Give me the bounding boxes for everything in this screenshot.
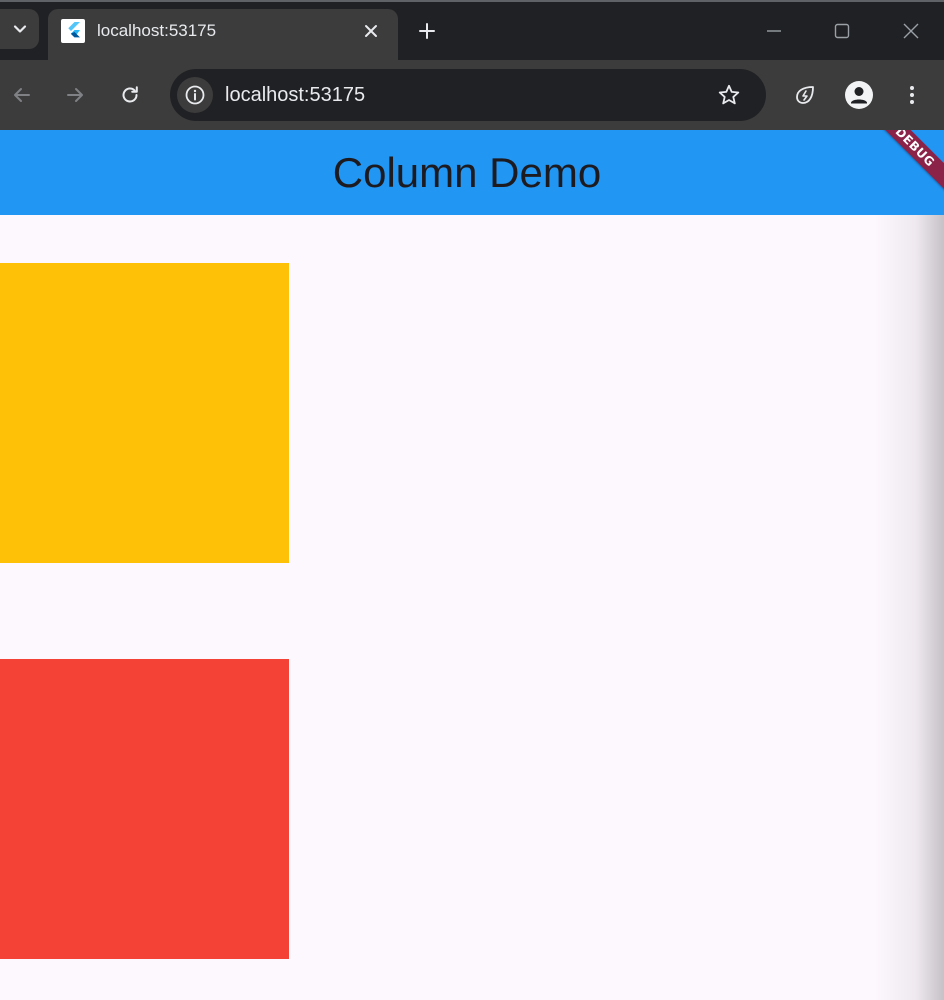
forward-button[interactable] bbox=[57, 77, 93, 113]
star-icon bbox=[718, 84, 740, 105]
extension-button[interactable] bbox=[787, 77, 823, 113]
info-icon bbox=[185, 85, 205, 105]
tab-search-button[interactable] bbox=[0, 9, 39, 49]
more-vert-icon bbox=[910, 86, 914, 104]
menu-button[interactable] bbox=[894, 77, 930, 113]
red-box bbox=[0, 659, 289, 959]
address-bar[interactable]: localhost:53175 bbox=[170, 69, 766, 121]
tab-close-button[interactable] bbox=[359, 19, 383, 43]
profile-button[interactable] bbox=[841, 77, 877, 113]
site-info-button[interactable] bbox=[177, 77, 213, 113]
maximize-button[interactable] bbox=[825, 14, 859, 48]
maximize-icon bbox=[834, 23, 850, 39]
minimize-icon bbox=[767, 30, 781, 32]
tab-title: localhost:53175 bbox=[97, 21, 217, 40]
leaf-icon bbox=[796, 86, 814, 104]
window-edge-shadow bbox=[874, 215, 944, 1000]
url-text[interactable]: localhost:53175 bbox=[225, 82, 365, 108]
close-icon bbox=[365, 25, 377, 37]
arrow-left-icon bbox=[14, 88, 30, 102]
person-icon bbox=[845, 81, 873, 109]
reload-icon bbox=[122, 86, 138, 103]
reload-button[interactable] bbox=[112, 77, 148, 113]
flutter-icon bbox=[61, 19, 85, 43]
browser-tab-active[interactable]: localhost:53175 bbox=[48, 9, 398, 60]
browser-tab-strip: localhost:53175 bbox=[0, 0, 944, 60]
close-icon bbox=[903, 23, 919, 39]
app-title: Column Demo bbox=[332, 149, 602, 196]
yellow-box bbox=[0, 263, 289, 563]
back-button[interactable] bbox=[4, 77, 40, 113]
bookmark-button[interactable] bbox=[713, 79, 745, 111]
tab-strip-top-border bbox=[0, 0, 944, 2]
arrow-right-icon bbox=[67, 88, 83, 102]
app-body bbox=[0, 215, 944, 1000]
close-window-button[interactable] bbox=[894, 14, 928, 48]
minimize-button[interactable] bbox=[757, 14, 791, 48]
browser-toolbar: localhost:53175 bbox=[0, 60, 944, 130]
new-tab-button[interactable] bbox=[411, 15, 443, 47]
app-bar: Column Demo DEBUG bbox=[0, 130, 944, 215]
chevron-down-icon bbox=[13, 25, 26, 33]
plus-icon bbox=[419, 23, 435, 39]
